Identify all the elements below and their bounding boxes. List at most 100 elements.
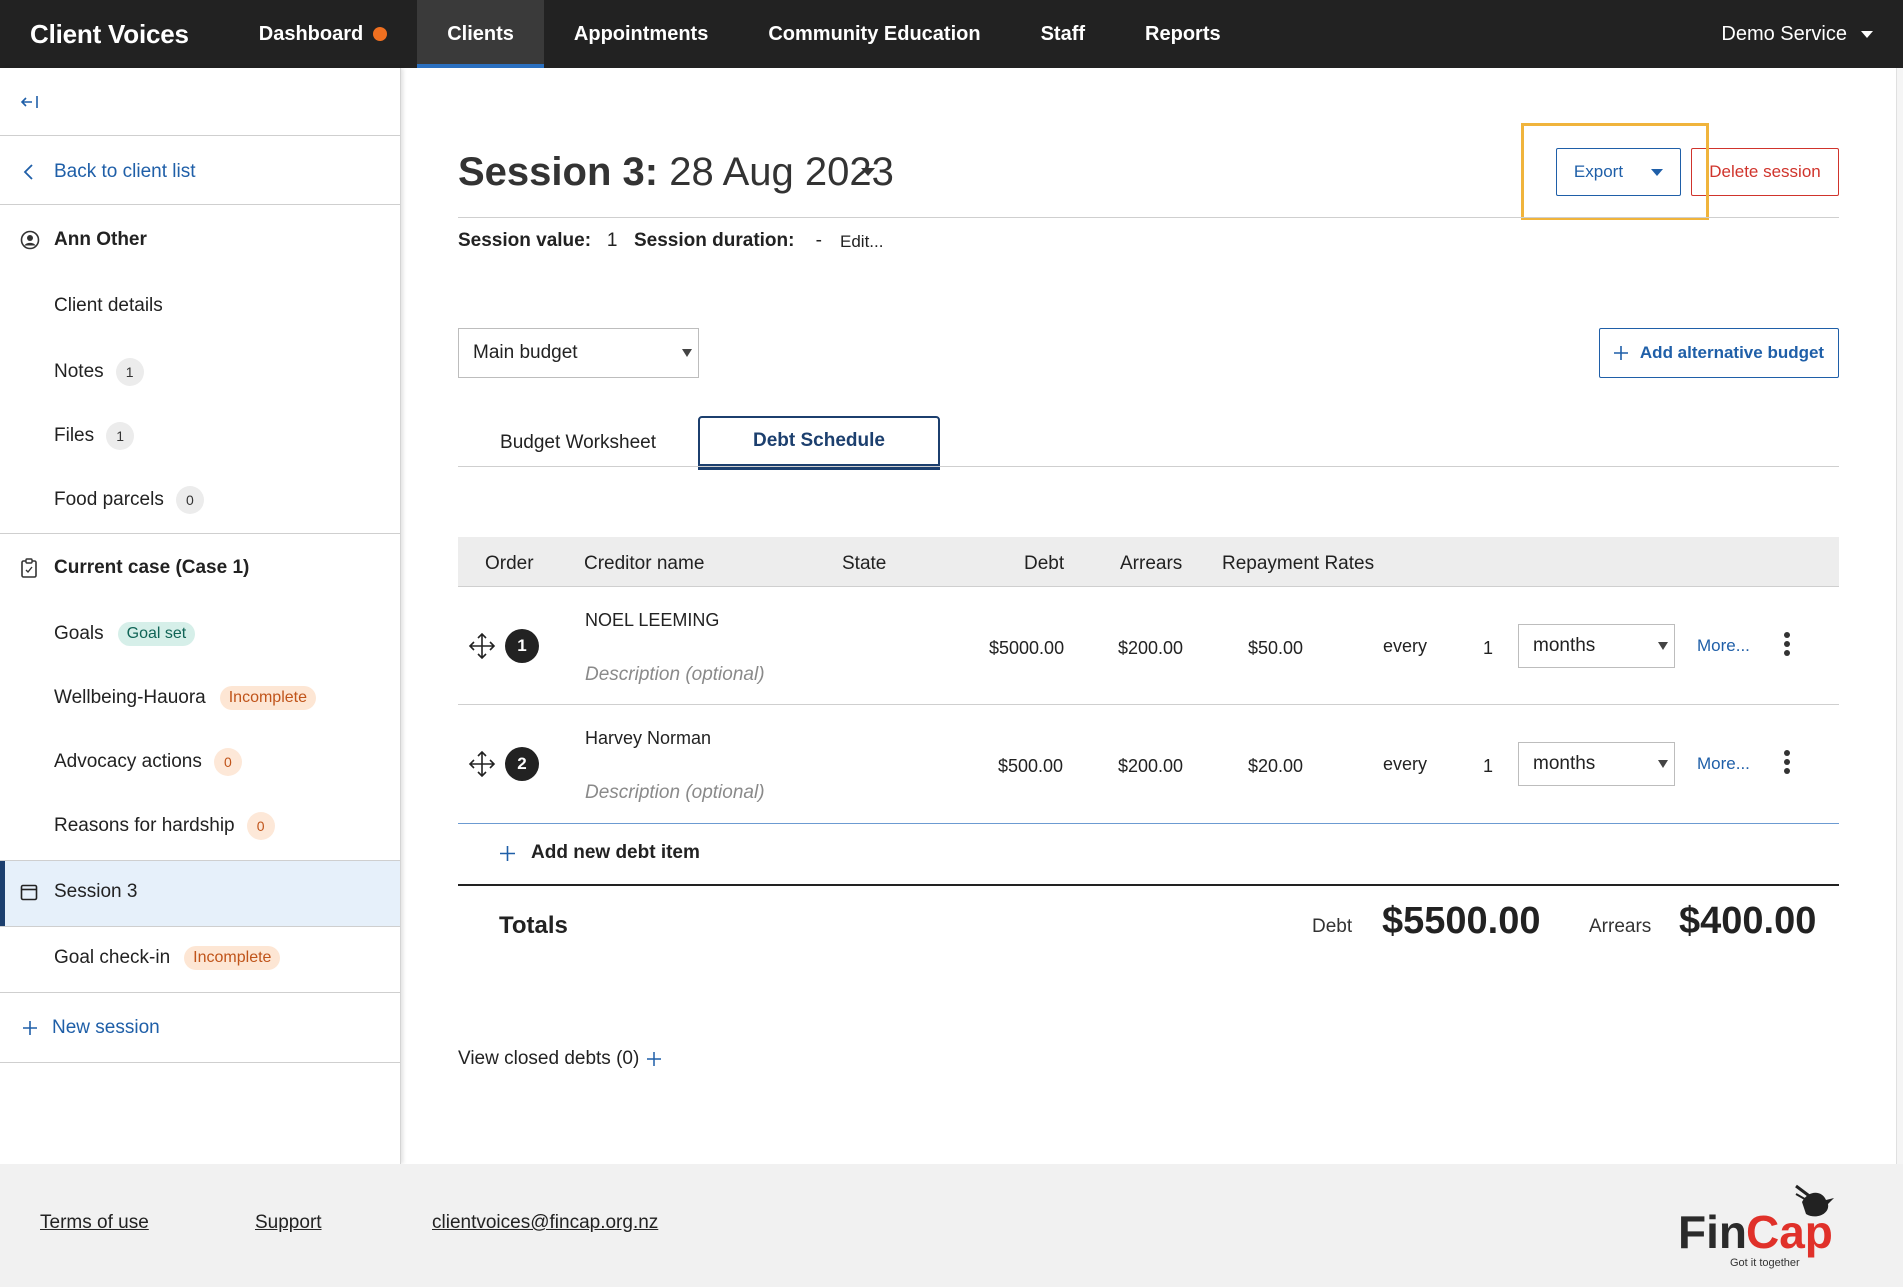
column-arrears: Arrears xyxy=(1120,553,1183,574)
case-title: Current case (Case 1) xyxy=(54,557,250,578)
wellbeing-status-badge: Incomplete xyxy=(219,686,316,710)
session-duration-label: Session duration: xyxy=(634,230,795,251)
creditor-name[interactable]: NOEL LEEMING xyxy=(585,610,719,631)
creditor-name[interactable]: Harvey Norman xyxy=(585,728,711,749)
tab-debt-schedule[interactable]: Debt Schedule xyxy=(698,416,940,470)
add-alternative-budget-button[interactable]: Add alternative budget xyxy=(1599,328,1839,378)
tab-label: Budget Worksheet xyxy=(500,432,656,453)
arrears-value[interactable]: $200.00 xyxy=(1118,638,1183,659)
new-session-button[interactable]: New session xyxy=(0,1010,400,1046)
session-label: Session 3 xyxy=(54,881,138,902)
sidebar-item-label: Advocacy actions xyxy=(54,751,202,772)
plus-icon xyxy=(23,1021,37,1035)
period-select[interactable]: months xyxy=(1518,624,1675,668)
fincap-logo-image: Fin Cap Got it together xyxy=(1678,1184,1834,1269)
svg-text:Cap: Cap xyxy=(1746,1206,1833,1258)
edit-session-link[interactable]: Edit... xyxy=(840,232,883,252)
debt-value[interactable]: $500.00 xyxy=(998,756,1063,777)
nav-appointments[interactable]: Appointments xyxy=(544,0,738,68)
caret-down-icon xyxy=(1861,30,1873,38)
session-duration-value: - xyxy=(815,230,822,251)
period-select[interactable]: months xyxy=(1518,742,1675,786)
title-session-number: Session 3: xyxy=(458,150,659,194)
top-nav: Client Voices Dashboard Clients Appointm… xyxy=(0,0,1903,68)
sidebar-item-label: Client details xyxy=(54,295,163,316)
add-new-debt-item-button[interactable]: Add new debt item xyxy=(500,842,700,864)
export-label: Export xyxy=(1573,162,1624,181)
export-button[interactable]: Export xyxy=(1556,148,1681,196)
delete-session-button[interactable]: Delete session xyxy=(1691,148,1839,196)
service-dropdown[interactable]: Demo Service xyxy=(1721,23,1873,46)
sidebar-item-food-parcels[interactable]: Food parcels 0 xyxy=(0,482,400,518)
fincap-logo: Fin Cap Got it together xyxy=(1676,1180,1856,1270)
budget-select[interactable]: Main budget xyxy=(458,328,699,378)
debt-total-value: $5500.00 xyxy=(1382,900,1541,942)
advocacy-count-badge: 0 xyxy=(213,748,242,776)
sidebar-item-label: Goal check-in xyxy=(54,947,171,968)
row-menu-kebab-icon[interactable] xyxy=(1779,630,1795,658)
arrears-value[interactable]: $200.00 xyxy=(1118,756,1183,777)
client-name-heading: Ann Other xyxy=(0,222,400,258)
food-parcels-count-badge: 0 xyxy=(175,486,204,514)
terms-of-use-link[interactable]: Terms of use xyxy=(40,1212,149,1234)
drag-handle-icon[interactable] xyxy=(468,632,496,660)
nav-clients[interactable]: Clients xyxy=(417,0,544,68)
nav-staff[interactable]: Staff xyxy=(1011,0,1115,68)
frequency-value[interactable]: 1 xyxy=(1483,638,1493,659)
back-to-client-list-link[interactable]: Back to client list xyxy=(0,154,400,190)
app-brand[interactable]: Client Voices xyxy=(30,19,189,50)
description-field[interactable]: Description (optional) xyxy=(585,664,765,686)
sidebar-item-advocacy-actions[interactable]: Advocacy actions 0 xyxy=(0,744,400,780)
sidebar-item-notes[interactable]: Notes 1 xyxy=(0,354,400,390)
chevron-left-icon xyxy=(23,164,33,180)
arrears-total-value: $400.00 xyxy=(1679,900,1817,942)
current-case-heading: Current case (Case 1) xyxy=(0,550,400,586)
collapse-sidebar-button[interactable] xyxy=(20,86,60,118)
new-session-label: New session xyxy=(52,1017,160,1038)
sidebar-item-files[interactable]: Files 1 xyxy=(0,418,400,454)
page-scrollbar[interactable] xyxy=(1896,68,1903,1164)
session-switcher-caret-icon[interactable] xyxy=(861,168,875,176)
sidebar-item-goal-check-in[interactable]: Goal check-in Incomplete xyxy=(0,940,400,976)
nav-dashboard[interactable]: Dashboard xyxy=(229,0,417,68)
contact-email-link[interactable]: clientvoices@fincap.org.nz xyxy=(432,1212,658,1234)
svg-text:Fin: Fin xyxy=(1678,1206,1747,1258)
drag-handle-icon[interactable] xyxy=(468,750,496,778)
debt-value[interactable]: $5000.00 xyxy=(989,638,1064,659)
sidebar: Back to client list Ann Other Client det… xyxy=(0,68,401,1164)
delete-label: Delete session xyxy=(1709,162,1821,181)
nav-label: Staff xyxy=(1040,22,1086,45)
sidebar-item-session-3[interactable]: Session 3 xyxy=(0,874,400,910)
sidebar-item-client-details[interactable]: Client details xyxy=(0,288,400,324)
dropdown-arrow-icon xyxy=(1658,642,1668,650)
session-value-number: 1 xyxy=(606,230,618,251)
view-closed-debts-link[interactable]: View closed debts (0) xyxy=(458,1048,662,1070)
nav-label: Dashboard xyxy=(258,22,364,45)
nav-label: Reports xyxy=(1145,22,1221,45)
description-field[interactable]: Description (optional) xyxy=(585,782,765,804)
sidebar-item-wellbeing[interactable]: Wellbeing-Hauora Incomplete xyxy=(0,680,400,716)
nav-reports[interactable]: Reports xyxy=(1115,0,1251,68)
frequency-value[interactable]: 1 xyxy=(1483,756,1493,777)
period-select-value: months xyxy=(1533,753,1596,774)
sidebar-item-label: Files xyxy=(54,425,95,446)
plus-icon xyxy=(647,1052,662,1066)
repayment-rate-value[interactable]: $50.00 xyxy=(1248,638,1303,659)
add-debt-label: Add new debt item xyxy=(531,842,700,863)
plus-icon xyxy=(500,845,515,861)
sidebar-item-reasons-for-hardship[interactable]: Reasons for hardship 0 xyxy=(0,808,400,844)
more-link[interactable]: More... xyxy=(1697,636,1750,656)
sidebar-item-label: Food parcels xyxy=(54,489,164,510)
tab-label: Debt Schedule xyxy=(753,430,885,451)
row-menu-kebab-icon[interactable] xyxy=(1779,748,1795,776)
debt-total-label: Debt xyxy=(1312,916,1353,937)
order-number-badge: 1 xyxy=(505,629,539,663)
notification-dot-icon xyxy=(373,27,388,41)
sidebar-item-label: Notes xyxy=(54,361,104,382)
more-link[interactable]: More... xyxy=(1697,754,1750,774)
nav-community-education[interactable]: Community Education xyxy=(738,0,1010,68)
sidebar-item-goals[interactable]: Goals Goal set xyxy=(0,616,400,652)
repayment-rate-value[interactable]: $20.00 xyxy=(1248,756,1303,777)
tab-budget-worksheet[interactable]: Budget Worksheet xyxy=(458,416,698,470)
support-link[interactable]: Support xyxy=(255,1212,322,1234)
